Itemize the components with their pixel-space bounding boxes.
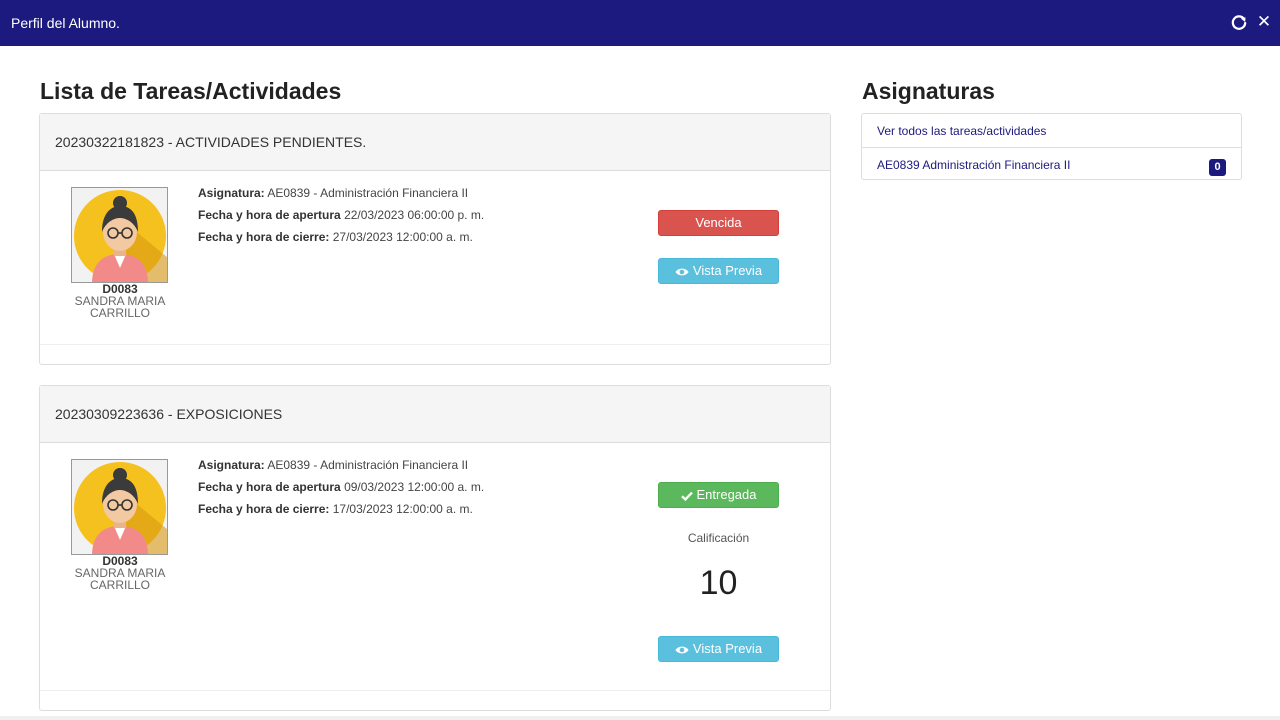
cierre-label: Fecha y hora de cierre: <box>198 502 330 516</box>
card-footer <box>40 344 830 345</box>
card-footer <box>40 690 830 691</box>
subjects-list: Ver todos las tareas/actividades AE0839 … <box>861 113 1242 180</box>
grade-label: Calificación <box>687 531 750 545</box>
teacher-name: SANDRA MARIA CARRILLO <box>74 566 166 592</box>
count-badge: 0 <box>1209 159 1226 176</box>
task-card: 20230309223636 - EXPOSICIONES D0083 SAND… <box>39 385 831 711</box>
subjects-heading: Asignaturas <box>862 78 995 104</box>
task-info: Asignatura: AE0839 - Administración Fina… <box>198 186 484 252</box>
status-label: Entregada <box>696 487 757 502</box>
asignatura-value: AE0839 - Administración Financiera II <box>267 186 469 200</box>
title-bar: Perfil del Alumno. ✕ <box>0 0 1280 46</box>
apertura-label: Fecha y hora de apertura <box>198 480 341 494</box>
asignatura-label: Asignatura: <box>198 458 265 472</box>
preview-button[interactable]: Vista Previa <box>658 258 779 284</box>
task-card-header: 20230322181823 - ACTIVIDADES PENDIENTES. <box>40 114 830 171</box>
asignatura-label: Asignatura: <box>198 186 265 200</box>
list-item-label: Ver todos las tareas/actividades <box>877 124 1047 138</box>
status-label: Vencida <box>695 215 742 230</box>
preview-label: Vista Previa <box>692 641 763 656</box>
apertura-value: 22/03/2023 06:00:00 p. m. <box>344 208 485 222</box>
preview-label: Vista Previa <box>692 263 763 278</box>
check-icon <box>680 491 693 502</box>
list-item-all-tasks[interactable]: Ver todos las tareas/actividades <box>862 114 1241 147</box>
teacher-avatar <box>71 187 168 283</box>
eye-icon <box>675 268 689 276</box>
cierre-value: 27/03/2023 12:00:00 a. m. <box>332 230 473 244</box>
task-card-header: 20230309223636 - EXPOSICIONES <box>40 386 830 443</box>
teacher-name: SANDRA MARIA CARRILLO <box>74 294 166 320</box>
cierre-label: Fecha y hora de cierre: <box>198 230 330 244</box>
grade-value: 10 <box>699 564 738 602</box>
cierre-value: 17/03/2023 12:00:00 a. m. <box>332 502 473 516</box>
apertura-value: 09/03/2023 12:00:00 a. m. <box>344 480 485 494</box>
window-title: Perfil del Alumno. <box>11 15 120 31</box>
page-bottom-border <box>0 716 1280 720</box>
list-item-label: AE0839 Administración Financiera II <box>877 158 1071 172</box>
tasks-heading: Lista de Tareas/Actividades <box>40 78 342 104</box>
close-icon[interactable]: ✕ <box>1255 12 1273 32</box>
task-card: 20230322181823 - ACTIVIDADES PENDIENTES.… <box>39 113 831 365</box>
eye-icon <box>675 646 689 654</box>
refresh-icon[interactable] <box>1230 14 1248 32</box>
list-item-subject[interactable]: AE0839 Administración Financiera II 0 <box>862 147 1241 179</box>
status-expired-button[interactable]: Vencida <box>658 210 779 236</box>
asignatura-value: AE0839 - Administración Financiera II <box>267 458 469 472</box>
task-info: Asignatura: AE0839 - Administración Fina… <box>198 458 484 524</box>
preview-button[interactable]: Vista Previa <box>658 636 779 662</box>
teacher-avatar <box>71 459 168 555</box>
status-delivered-button[interactable]: Entregada <box>658 482 779 508</box>
apertura-label: Fecha y hora de apertura <box>198 208 341 222</box>
